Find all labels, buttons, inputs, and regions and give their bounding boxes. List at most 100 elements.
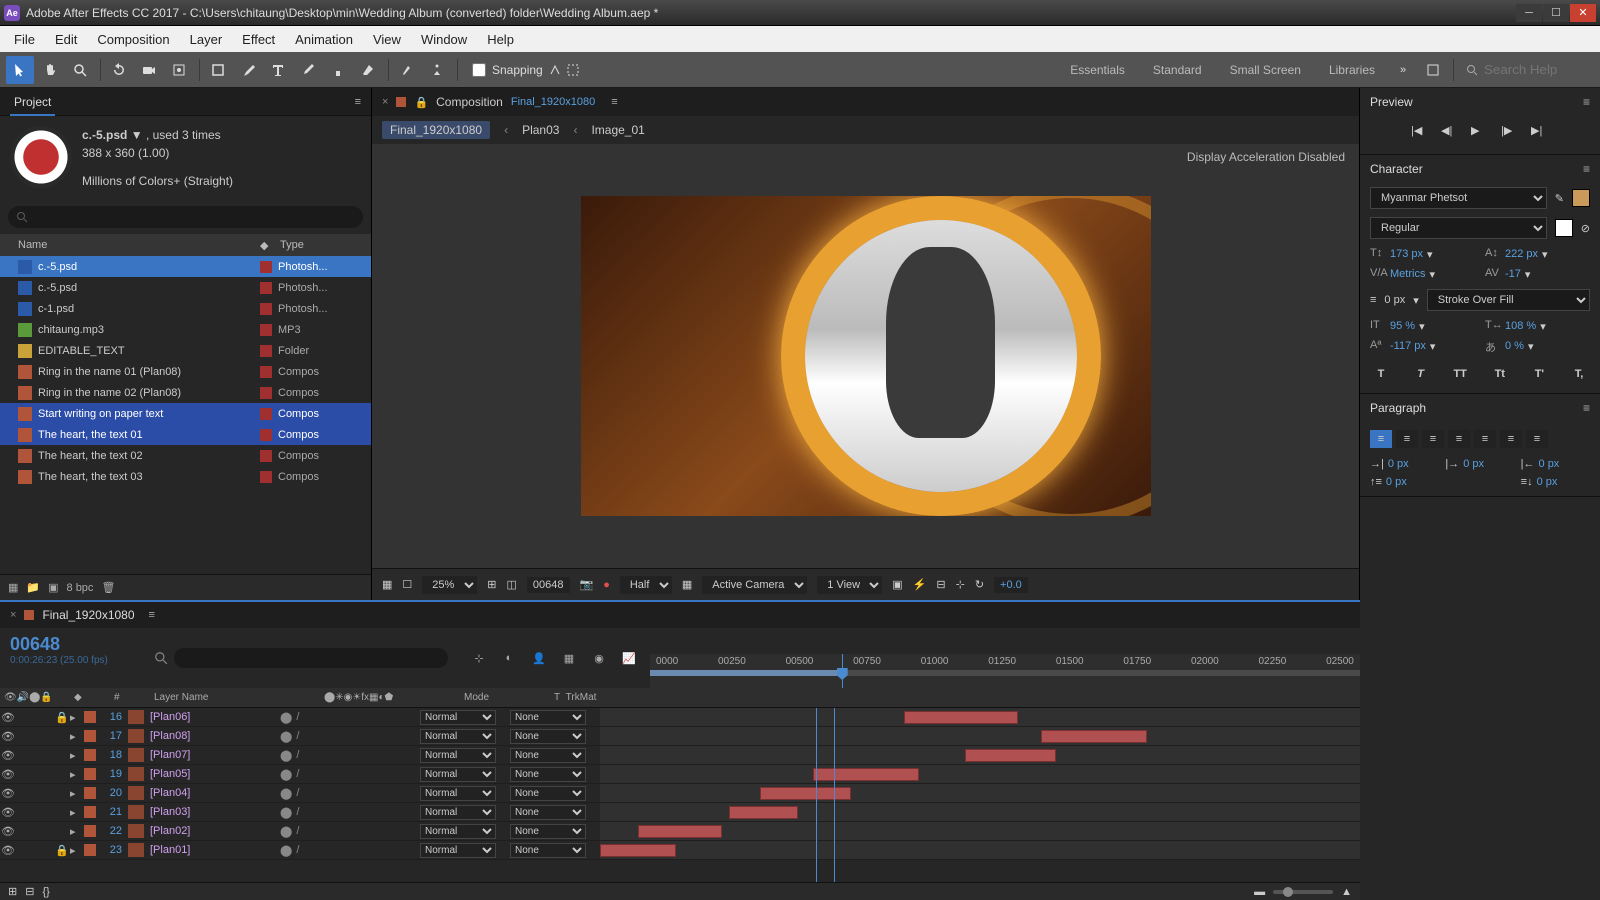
visibility-toggle[interactable]: 👁 — [0, 711, 16, 724]
asset-dropdown-icon[interactable]: ▼ — [131, 128, 143, 142]
timeline-layer-row[interactable]: 👁 🔒 ▸ 16 [Plan06] ⬤/ Normal None — [0, 708, 1360, 727]
project-row[interactable]: The heart, the text 02Compos — [0, 445, 371, 466]
pixel-aspect-icon[interactable]: ▣ — [892, 578, 902, 591]
timeline-layer-row[interactable]: 👁 ▸ 18 [Plan07] ⬤/ Normal None — [0, 746, 1360, 765]
label-color[interactable] — [260, 429, 272, 441]
timeline-layer-row[interactable]: 👁 ▸ 22 [Plan02] ⬤/ Normal None — [0, 822, 1360, 841]
selection-tool[interactable] — [6, 56, 34, 84]
visibility-toggle[interactable]: 👁 — [0, 844, 16, 857]
menu-composition[interactable]: Composition — [87, 28, 179, 51]
twirl-icon[interactable]: ▸ — [70, 730, 84, 743]
lock-toggle[interactable]: 🔒 — [54, 844, 70, 857]
character-menu-icon[interactable]: ≡ — [1583, 162, 1590, 176]
layer-switches[interactable]: ⬤/ — [280, 825, 420, 838]
twirl-icon[interactable]: ▸ — [70, 806, 84, 819]
col-label-icon[interactable]: ◆ — [260, 239, 276, 252]
justify-center-button[interactable]: ≡ — [1474, 430, 1496, 448]
twirl-icon[interactable]: ▸ — [70, 711, 84, 724]
label-color[interactable] — [260, 303, 272, 315]
layer-label-color[interactable] — [84, 730, 96, 742]
shape-tool[interactable] — [204, 56, 232, 84]
twirl-icon[interactable]: ▸ — [70, 825, 84, 838]
layer-name[interactable]: [Plan01] — [150, 844, 280, 856]
twirl-icon[interactable]: ▸ — [70, 787, 84, 800]
interpret-footage-icon[interactable]: ▦ — [8, 581, 18, 594]
timeline-menu-icon[interactable]: ≡ — [149, 609, 155, 621]
delete-icon[interactable]: 🗑 — [101, 581, 115, 594]
layer-clip[interactable] — [638, 825, 722, 838]
baseline-value[interactable]: -117 px — [1390, 340, 1426, 352]
align-left-button[interactable]: ≡ — [1370, 430, 1392, 448]
layer-label-color[interactable] — [84, 711, 96, 723]
comp-mini-flowchart-icon[interactable]: ⊹ — [468, 647, 490, 669]
twirl-icon[interactable]: ▸ — [70, 844, 84, 857]
type-tool[interactable] — [264, 56, 292, 84]
workspace-essentials[interactable]: Essentials — [1056, 59, 1139, 81]
layer-track[interactable] — [600, 822, 1360, 840]
allcaps-button[interactable]: TT — [1449, 365, 1471, 383]
project-row[interactable]: c-1.psdPhotosh... — [0, 298, 371, 319]
timeline-icon[interactable]: ⊟ — [936, 578, 945, 591]
trkmat-select[interactable]: None — [510, 824, 586, 839]
layer-clip[interactable] — [904, 711, 1018, 724]
layer-label-color[interactable] — [84, 844, 96, 856]
align-right-button[interactable]: ≡ — [1422, 430, 1444, 448]
subscript-button[interactable]: T, — [1568, 365, 1590, 383]
sync-settings-icon[interactable] — [1419, 56, 1447, 84]
layer-name[interactable]: [Plan05] — [150, 768, 280, 780]
visibility-toggle[interactable]: 👁 — [0, 787, 16, 800]
zoom-in-icon[interactable]: ▲ — [1341, 886, 1352, 898]
alpha-icon[interactable]: ▦ — [382, 578, 392, 591]
dropdown-icon[interactable]: ▾ — [1419, 320, 1425, 333]
layer-label-color[interactable] — [84, 787, 96, 799]
crumb-2[interactable]: Image_01 — [591, 123, 644, 137]
toggle-modes-icon[interactable]: ⊟ — [25, 885, 34, 898]
trkmat-select[interactable]: None — [510, 786, 586, 801]
dropdown-icon[interactable]: ▾ — [1430, 340, 1436, 353]
res-icon[interactable]: ⊞ — [487, 578, 496, 591]
eraser-tool[interactable] — [354, 56, 382, 84]
layer-clip[interactable] — [965, 749, 1056, 762]
layer-name[interactable]: [Plan02] — [150, 825, 280, 837]
layer-clip[interactable] — [813, 768, 919, 781]
layer-switches[interactable]: ⬤/ — [280, 768, 420, 781]
stroke-width-value[interactable]: 0 px — [1384, 294, 1405, 306]
trkmat-select[interactable]: None — [510, 805, 586, 820]
stroke-color-swatch[interactable] — [1555, 219, 1573, 237]
layer-switches[interactable]: ⬤/ — [280, 749, 420, 762]
trkmat-select[interactable]: None — [510, 729, 586, 744]
paragraph-title[interactable]: Paragraph — [1370, 401, 1426, 415]
layer-track[interactable] — [600, 708, 1360, 726]
camera-select[interactable]: Active Camera — [702, 576, 807, 594]
zoom-slider[interactable] — [1273, 890, 1333, 894]
dropdown-icon[interactable]: ▾ — [1540, 320, 1546, 333]
next-frame-button[interactable]: |▶ — [1501, 124, 1519, 142]
layer-track[interactable] — [600, 784, 1360, 802]
blend-mode-select[interactable]: Normal — [420, 786, 496, 801]
project-row[interactable]: c.-5.psdPhotosh... — [0, 256, 371, 277]
indent-left-value[interactable]: 0 px — [1388, 458, 1409, 470]
tsume-value[interactable]: 0 % — [1505, 340, 1524, 352]
camera-tool[interactable] — [135, 56, 163, 84]
menu-layer[interactable]: Layer — [180, 28, 233, 51]
blend-mode-select[interactable]: Normal — [420, 824, 496, 839]
space-before-value[interactable]: 0 px — [1386, 476, 1407, 488]
vscale-value[interactable]: 95 % — [1390, 320, 1415, 332]
first-frame-button[interactable]: |◀ — [1411, 124, 1429, 142]
font-style-select[interactable]: Regular — [1370, 217, 1547, 239]
timeline-ruler[interactable]: 0000002500050000750010000125001500017500… — [650, 654, 1360, 688]
timeline-layer-row[interactable]: 👁 ▸ 17 [Plan08] ⬤/ Normal None — [0, 727, 1360, 746]
font-family-select[interactable]: Myanmar Phetsot — [1370, 187, 1547, 209]
blend-mode-select[interactable]: Normal — [420, 843, 496, 858]
layer-name[interactable]: [Plan03] — [150, 806, 280, 818]
layer-track[interactable] — [600, 746, 1360, 764]
frame-blend-icon[interactable]: ▦ — [558, 647, 580, 669]
project-row[interactable]: Ring in the name 01 (Plan08)Compos — [0, 361, 371, 382]
trkmat-select[interactable]: None — [510, 767, 586, 782]
timeline-layer-row[interactable]: 👁 ▸ 20 [Plan04] ⬤/ Normal None — [0, 784, 1360, 803]
layer-track[interactable] — [600, 765, 1360, 783]
fast-preview-icon[interactable]: ⚡ — [913, 578, 927, 591]
smallcaps-button[interactable]: Tt — [1489, 365, 1511, 383]
label-color[interactable] — [260, 282, 272, 294]
roto-tool[interactable] — [393, 56, 421, 84]
